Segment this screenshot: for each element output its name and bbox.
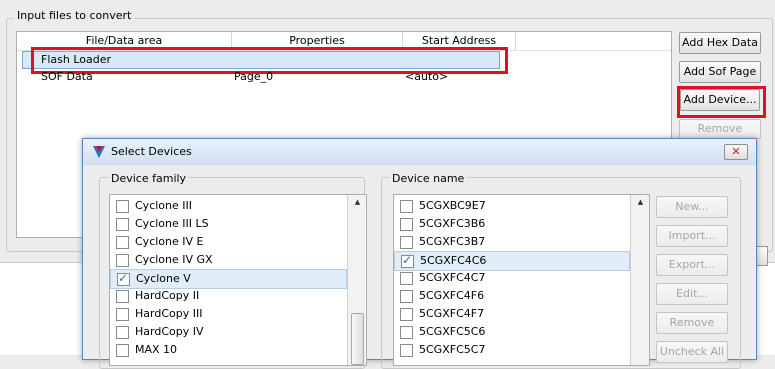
export-button[interactable]: Export... xyxy=(656,254,728,276)
checkbox[interactable] xyxy=(400,218,413,231)
device-family-label: Device family xyxy=(109,172,189,185)
device-name-item[interactable]: 5CGXBC9E7 xyxy=(394,197,628,215)
row-sof-data-start: <auto> xyxy=(405,70,449,83)
checkbox[interactable] xyxy=(116,290,129,303)
checkbox[interactable] xyxy=(117,271,130,286)
device-family-label: HardCopy III xyxy=(135,307,203,320)
dialog-title: Select Devices xyxy=(111,145,192,158)
checkbox[interactable] xyxy=(116,344,129,357)
device-family-item[interactable]: MAX 10 xyxy=(110,341,345,359)
device-name-label: 5CGXFC5C6 xyxy=(419,325,486,338)
device-name-label: 5CGXFC3B6 xyxy=(419,217,486,230)
device-name-label: Device name xyxy=(390,172,467,185)
device-name-label: 5CGXFC4F6 xyxy=(419,289,485,302)
device-name-item[interactable]: 5CGXFC4C6 xyxy=(394,251,630,271)
checkbox[interactable] xyxy=(401,253,414,268)
device-name-label: 5CGXFC3B7 xyxy=(419,235,486,248)
device-name-item[interactable]: 5CGXFC4F6 xyxy=(394,287,628,305)
device-family-item[interactable]: Cyclone V xyxy=(110,269,347,289)
device-family-item[interactable]: Cyclone III xyxy=(110,197,345,215)
edit-button[interactable]: Edit... xyxy=(656,283,728,305)
close-icon[interactable]: ✕ xyxy=(724,144,748,160)
checkbox[interactable] xyxy=(116,308,129,321)
device-family-item[interactable]: HardCopy III xyxy=(110,305,345,323)
device-name-label: 5CGXFC5C7 xyxy=(419,343,486,356)
select-devices-dialog: Select Devices ✕ Device family Cyclone I… xyxy=(82,138,757,369)
device-family-label: HardCopy II xyxy=(135,289,200,302)
checkbox[interactable] xyxy=(400,236,413,249)
device-family-scrollbar[interactable]: ▲ xyxy=(347,195,366,365)
checkbox[interactable] xyxy=(116,254,129,267)
dialog-title-bar[interactable]: Select Devices ✕ xyxy=(83,139,756,165)
device-family-item[interactable]: HardCopy IV xyxy=(110,323,345,341)
device-family-item[interactable]: HardCopy II xyxy=(110,287,345,305)
checkbox[interactable] xyxy=(400,290,413,303)
device-family-label: Cyclone III LS xyxy=(135,217,209,230)
device-name-label: 5CGXBC9E7 xyxy=(419,199,486,212)
device-family-label: Cyclone III xyxy=(135,199,192,212)
scroll-up-icon[interactable]: ▲ xyxy=(631,198,649,206)
device-family-list[interactable]: Cyclone III Cyclone III LS Cyclone IV E Cyc… xyxy=(109,194,367,366)
device-family-label: Cyclone IV GX xyxy=(135,253,213,266)
uncheck-all-button[interactable]: Uncheck All xyxy=(656,341,728,363)
checkbox[interactable] xyxy=(400,326,413,339)
checkbox[interactable] xyxy=(116,236,129,249)
device-family-label: Cyclone IV E xyxy=(135,235,204,248)
device-name-item[interactable]: 5CGXFC4F7 xyxy=(394,305,628,323)
device-family-label: HardCopy IV xyxy=(135,325,204,338)
row-sof-data-properties: Page_0 xyxy=(234,70,274,83)
device-name-list[interactable]: 5CGXBC9E7 5CGXFC3B6 5CGXFC3B7 5CGXFC4C6 5CGX… xyxy=(393,194,650,366)
add-hex-data-button[interactable]: Add Hex Data xyxy=(679,32,761,54)
scrollbar-thumb[interactable] xyxy=(351,313,364,365)
import-button[interactable]: Import... xyxy=(656,225,728,247)
device-family-item[interactable]: Cyclone III LS xyxy=(110,215,345,233)
device-name-item[interactable]: 5CGXFC3B7 xyxy=(394,233,628,251)
add-sof-page-button[interactable]: Add Sof Page xyxy=(679,61,761,83)
highlight-box-add-device xyxy=(677,86,766,118)
device-name-label: 5CGXFC4C6 xyxy=(420,254,487,267)
checkbox[interactable] xyxy=(116,218,129,231)
device-name-scrollbar[interactable]: ▲ xyxy=(630,195,649,365)
checkbox[interactable] xyxy=(116,200,129,213)
remove-button[interactable]: Remove xyxy=(679,119,761,139)
checkbox[interactable] xyxy=(400,344,413,357)
checkbox[interactable] xyxy=(400,272,413,285)
checkbox[interactable] xyxy=(400,200,413,213)
device-name-item[interactable]: 5CGXFC5C6 xyxy=(394,323,628,341)
quartus-logo-icon xyxy=(93,146,105,158)
new-device-button[interactable]: New... xyxy=(656,196,728,218)
device-family-item[interactable]: Cyclone IV GX xyxy=(110,251,345,269)
device-family-label: MAX 10 xyxy=(135,343,178,356)
device-name-item[interactable]: 5CGXFC3B6 xyxy=(394,215,628,233)
device-name-item[interactable]: 5CGXFC5C7 xyxy=(394,341,628,359)
device-name-label: 5CGXFC4F7 xyxy=(419,307,485,320)
row-sof-data-area[interactable]: SOF Data xyxy=(41,70,93,83)
device-family-label: Cyclone V xyxy=(136,272,191,285)
group-title: Input files to convert xyxy=(14,9,135,22)
scroll-up-icon[interactable]: ▲ xyxy=(348,198,366,206)
device-name-item[interactable]: 5CGXFC4C7 xyxy=(394,269,628,287)
checkbox[interactable] xyxy=(116,326,129,339)
checkbox[interactable] xyxy=(400,308,413,321)
dialog-remove-button[interactable]: Remove xyxy=(656,312,728,334)
device-family-item[interactable]: Cyclone IV E xyxy=(110,233,345,251)
device-name-label: 5CGXFC4C7 xyxy=(419,271,486,284)
